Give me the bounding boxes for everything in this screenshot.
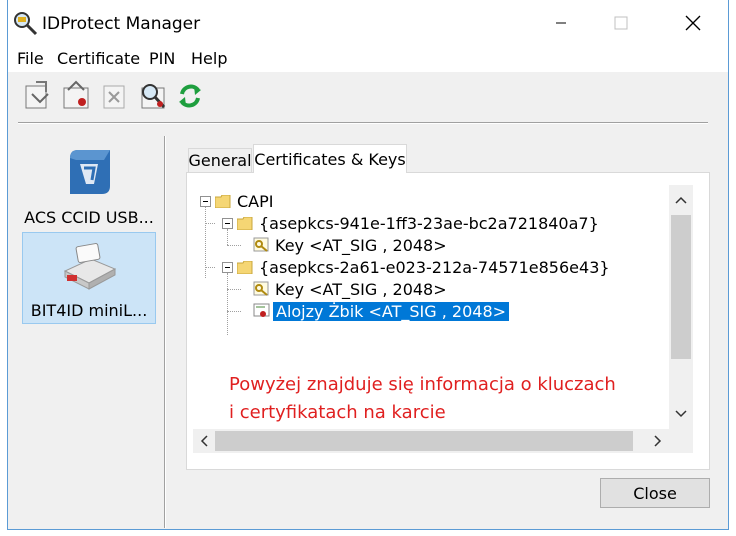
reader-label-bit4id: BIT4ID miniL... xyxy=(30,301,148,320)
collapse-toggle[interactable] xyxy=(222,262,233,273)
maximize-icon xyxy=(614,16,628,30)
minimize-icon xyxy=(556,22,566,24)
panel-splitter[interactable] xyxy=(164,136,166,528)
collapse-toggle[interactable] xyxy=(200,196,211,207)
annotation-line: i certyfikatach na karcie xyxy=(229,402,446,423)
tree-node-label-selected: Alojzy Żbik <AT_SIG , 2048> xyxy=(273,301,510,321)
tree-node-key[interactable]: Key <AT_SIG , 2048> xyxy=(275,278,447,300)
title-bar: IDProtect Manager xyxy=(8,0,728,46)
tree-line xyxy=(227,229,228,245)
scroll-up-icon[interactable] xyxy=(675,195,687,205)
smart-card-reader-icon xyxy=(70,150,110,194)
app-window: IDProtect Manager File Certificate PIN H… xyxy=(7,0,729,530)
tree-line xyxy=(205,267,215,268)
vertical-scroll-thumb[interactable] xyxy=(671,215,691,359)
view-certificate-icon[interactable] xyxy=(136,80,168,112)
scroll-down-icon[interactable] xyxy=(675,409,687,419)
minimize-button[interactable] xyxy=(538,0,584,46)
reader-item-bit4id[interactable]: BIT4ID miniL... xyxy=(22,232,156,324)
tree-node-label: {asepkcs-941e-1ff3-23ae-bc2a721840a7} xyxy=(259,213,599,233)
menu-pin[interactable]: PIN xyxy=(149,49,175,68)
certificates-keys-panel: CAPI {asepkcs-941e-1ff3-23ae-bc2a721840a… xyxy=(186,172,710,470)
key-icon xyxy=(253,281,269,296)
magnifier-key-icon xyxy=(14,12,38,36)
reader-item-acs[interactable]: ACS CCID USB... xyxy=(22,140,156,232)
export-icon[interactable] xyxy=(60,80,92,112)
refresh-icon[interactable] xyxy=(174,80,206,112)
maximize-button[interactable] xyxy=(598,0,644,46)
usb-token-reader-icon xyxy=(63,243,117,290)
tree-node-key[interactable]: Key <AT_SIG , 2048> xyxy=(275,234,447,256)
horizontal-scroll-thumb[interactable] xyxy=(215,431,633,451)
annotation-text: Powyżej znajduje się informacja o klucza… xyxy=(229,371,616,427)
annotation-line: Powyżej znajduje się informacja o klucza… xyxy=(229,374,616,395)
close-button[interactable]: Close xyxy=(600,478,710,508)
tab-certificates-keys[interactable]: Certificates & Keys xyxy=(253,144,407,173)
tree-node-label: Key <AT_SIG , 2048> xyxy=(275,235,447,255)
menu-certificate[interactable]: Certificate xyxy=(57,49,140,68)
tree-line xyxy=(227,289,241,290)
window-title: IDProtect Manager xyxy=(42,14,201,34)
tree-node-capi[interactable]: CAPI xyxy=(237,190,273,212)
reader-list: ACS CCID USB... BIT4ID miniL... xyxy=(12,136,164,530)
scroll-corner xyxy=(669,429,693,453)
tree-node-label: {asepkcs-2a61-e023-212a-74571e856e43} xyxy=(259,257,610,277)
reader-label-acs: ACS CCID USB... xyxy=(24,208,154,227)
folder-icon xyxy=(215,195,231,208)
import-icon[interactable] xyxy=(22,80,54,112)
tree-line xyxy=(227,273,228,335)
tree-node-label: CAPI xyxy=(237,191,274,211)
certificate-icon xyxy=(253,303,270,317)
scroll-left-icon[interactable] xyxy=(199,435,209,447)
tab-general[interactable]: General xyxy=(188,148,252,172)
tree-node-container[interactable]: {asepkcs-2a61-e023-212a-74571e856e43} xyxy=(259,256,610,278)
close-icon xyxy=(685,15,701,31)
folder-icon xyxy=(237,217,253,230)
tree-line xyxy=(227,311,241,312)
collapse-toggle[interactable] xyxy=(222,218,233,229)
menu-file[interactable]: File xyxy=(17,49,44,68)
horizontal-scrollbar[interactable] xyxy=(193,429,669,453)
folder-icon xyxy=(237,261,253,274)
tree-line xyxy=(205,223,215,224)
tree-node-label: Key <AT_SIG , 2048> xyxy=(275,279,447,299)
toolbar-separator xyxy=(18,122,708,124)
key-icon xyxy=(253,237,269,252)
menu-help[interactable]: Help xyxy=(191,49,227,68)
tree-node-certificate[interactable]: Alojzy Żbik <AT_SIG , 2048> xyxy=(273,300,510,322)
vertical-scrollbar[interactable] xyxy=(669,185,693,429)
tree-line xyxy=(227,245,241,246)
close-window-button[interactable] xyxy=(670,0,716,46)
menu-bar: File Certificate PIN Help xyxy=(8,46,728,72)
certificate-tree: CAPI {asepkcs-941e-1ff3-23ae-bc2a721840a… xyxy=(193,185,669,429)
toolbar xyxy=(8,72,728,124)
scroll-right-icon[interactable] xyxy=(653,435,663,447)
tree-node-container[interactable]: {asepkcs-941e-1ff3-23ae-bc2a721840a7} xyxy=(259,212,599,234)
delete-icon[interactable] xyxy=(98,80,130,112)
